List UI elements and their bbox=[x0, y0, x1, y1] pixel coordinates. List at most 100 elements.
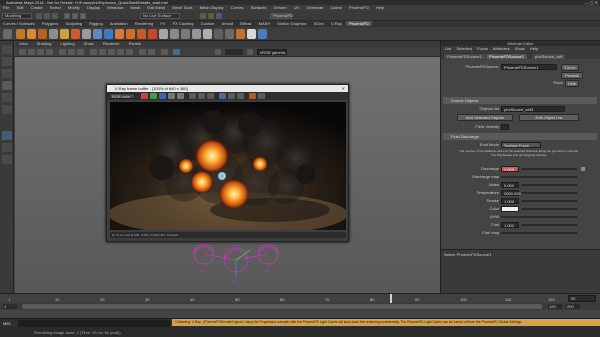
add-selected-objects-button[interactable]: Add Selected Objects bbox=[457, 114, 513, 121]
vfb-stop-icon[interactable] bbox=[258, 93, 265, 99]
phx-foam-icon[interactable] bbox=[236, 29, 245, 39]
menu-display[interactable]: Display bbox=[87, 5, 100, 10]
vfb-mono-icon[interactable] bbox=[177, 93, 184, 99]
phx-candle-preset-icon[interactable] bbox=[148, 29, 157, 39]
vfb-green-channel-icon[interactable] bbox=[150, 93, 157, 99]
vp-menu-show[interactable]: Show bbox=[84, 41, 94, 46]
phx-smoke-icon[interactable] bbox=[38, 29, 47, 39]
mode-selector[interactable]: Modeling bbox=[2, 13, 32, 19]
discharge-field[interactable]: 1.000 bbox=[501, 166, 519, 172]
phx-explosion-icon[interactable] bbox=[71, 29, 80, 39]
field-velocity-checkbox[interactable] bbox=[501, 124, 509, 130]
shelf-tab-fx-caching[interactable]: FX Caching bbox=[170, 21, 197, 26]
color-swatch[interactable] bbox=[501, 206, 519, 212]
vfb-channel-select[interactable]: RGB color bbox=[109, 93, 135, 99]
menu-mesh-display[interactable]: Mesh Display bbox=[200, 5, 224, 10]
phx-force-icon[interactable] bbox=[82, 29, 91, 39]
move-tool-icon[interactable] bbox=[2, 81, 12, 90]
emit-mode-select[interactable]: Surface Force bbox=[501, 142, 541, 148]
snap-point-icon[interactable] bbox=[80, 13, 86, 19]
vp-menu-renderer[interactable]: Renderer bbox=[103, 41, 120, 46]
ipr-icon[interactable] bbox=[208, 13, 214, 19]
menu-edit-mesh[interactable]: Edit Mesh bbox=[147, 5, 165, 10]
range-end-field[interactable]: 120 bbox=[548, 304, 562, 309]
live-surface-field[interactable]: No Live Surface bbox=[140, 13, 180, 19]
menu-surfaces[interactable]: Surfaces bbox=[251, 5, 267, 10]
color-space-field[interactable]: sRGB gamma bbox=[257, 49, 287, 55]
shelf-tab-mash[interactable]: MASH bbox=[256, 21, 274, 26]
noise-field[interactable]: 0.000 bbox=[501, 182, 519, 188]
ae-menu-selected[interactable]: Selected bbox=[456, 46, 472, 51]
shelf-tab-rigging[interactable]: Rigging bbox=[86, 21, 106, 26]
vfb-close-icon[interactable]: ✕ bbox=[342, 85, 345, 92]
snap-curve-icon[interactable] bbox=[72, 13, 78, 19]
phx-fire-preset-icon[interactable] bbox=[115, 29, 124, 39]
phx-smoke-preset-icon[interactable] bbox=[126, 29, 135, 39]
lasso-icon[interactable] bbox=[44, 13, 50, 19]
discharge-slider[interactable] bbox=[521, 168, 577, 170]
objects-list-field[interactable]: phxSource_cell1 bbox=[501, 106, 565, 112]
vfb-history-icon[interactable] bbox=[237, 93, 244, 99]
grid-icon[interactable] bbox=[59, 49, 66, 55]
menu-mesh-tools[interactable]: Mesh Tools bbox=[172, 5, 192, 10]
shelf-tab-custom[interactable]: Custom bbox=[198, 21, 218, 26]
shelf-tab-phoenixfd[interactable]: PhoenixFD bbox=[346, 21, 372, 26]
ae-menu-list[interactable]: List bbox=[445, 46, 451, 51]
menu-cache[interactable]: Cache bbox=[330, 5, 342, 10]
discharge-map-slot[interactable] bbox=[501, 176, 577, 178]
shelf-tab-polygons[interactable]: Polygons bbox=[39, 21, 61, 26]
current-time-field[interactable]: 90 bbox=[568, 295, 596, 302]
vp-menu-lighting[interactable]: Lighting bbox=[61, 41, 75, 46]
shelf-settings-icon[interactable] bbox=[3, 29, 12, 39]
phx-help-icon[interactable] bbox=[258, 29, 267, 39]
exposure-field[interactable] bbox=[225, 49, 243, 55]
camera-icon[interactable] bbox=[19, 49, 26, 55]
film-gate-icon[interactable] bbox=[68, 49, 75, 55]
vp-menu-panels[interactable]: Panels bbox=[129, 41, 141, 46]
range-bar[interactable] bbox=[22, 304, 542, 309]
rotate-tool-icon[interactable] bbox=[2, 93, 12, 102]
outliner-layout-icon[interactable] bbox=[2, 155, 12, 164]
phx-fire-smoke-sim-icon[interactable] bbox=[16, 29, 25, 39]
paint-icon[interactable] bbox=[52, 13, 58, 19]
select-tool-icon[interactable] bbox=[2, 45, 12, 54]
ae-menu-attributes[interactable]: Attributes bbox=[493, 46, 510, 51]
uvw-slot[interactable] bbox=[501, 216, 577, 218]
vfb-clear-icon[interactable] bbox=[198, 93, 205, 99]
section-source-objects[interactable]: Source Objects bbox=[443, 97, 597, 104]
edit-object-list-button[interactable]: Edit Object List bbox=[519, 114, 579, 121]
anim-end-field[interactable]: 200 bbox=[566, 304, 580, 309]
menu-mesh[interactable]: Mesh bbox=[131, 5, 141, 10]
menu-select[interactable]: Select bbox=[50, 5, 61, 10]
menu-windows[interactable]: Windows bbox=[107, 5, 123, 10]
shelf-tab-sculpting[interactable]: Sculpting bbox=[63, 21, 85, 26]
vfb-region-render-icon[interactable] bbox=[219, 93, 226, 99]
tab-phoenixfd-top[interactable]: PhoenixFD bbox=[270, 13, 293, 19]
snap-grid-icon[interactable] bbox=[64, 13, 70, 19]
ae-tab-source2[interactable]: PhoenixFDSource2 bbox=[485, 53, 528, 59]
bookmark-icon[interactable] bbox=[37, 49, 44, 55]
menu-curves[interactable]: Curves bbox=[231, 5, 244, 10]
shelf-tab-rendering[interactable]: Rendering bbox=[132, 21, 156, 26]
shelf-tab-curves[interactable]: Curves / Surfaces bbox=[0, 21, 38, 26]
temperature-field[interactable]: 2000.000 bbox=[501, 190, 521, 196]
shelf-tab-vray[interactable]: V-Ray bbox=[328, 21, 345, 26]
paint-select-tool-icon[interactable] bbox=[2, 69, 12, 78]
phx-drag-icon[interactable] bbox=[170, 29, 179, 39]
fuel-slider[interactable] bbox=[521, 224, 577, 226]
phx-liquid-sim-icon[interactable] bbox=[93, 29, 102, 39]
camera-attrs-icon[interactable] bbox=[28, 49, 35, 55]
exposure-icon[interactable] bbox=[215, 49, 221, 55]
smooth-shade-icon[interactable] bbox=[99, 49, 106, 55]
color-slider[interactable] bbox=[521, 208, 577, 210]
fuel-map-slot[interactable] bbox=[501, 232, 577, 234]
cmd-input[interactable] bbox=[18, 320, 170, 327]
phx-particle-icon[interactable] bbox=[60, 29, 69, 39]
phx-ocean-icon[interactable] bbox=[104, 29, 113, 39]
temperature-slider[interactable] bbox=[521, 192, 577, 194]
xray-joints-icon[interactable] bbox=[148, 49, 155, 55]
gamma-icon[interactable] bbox=[173, 49, 180, 55]
time-slider[interactable]: 1 10 20 30 40 50 60 70 80 90 100 110 120… bbox=[0, 293, 600, 304]
phx-fire-icon[interactable] bbox=[27, 29, 36, 39]
smoke-slider[interactable] bbox=[521, 200, 577, 202]
